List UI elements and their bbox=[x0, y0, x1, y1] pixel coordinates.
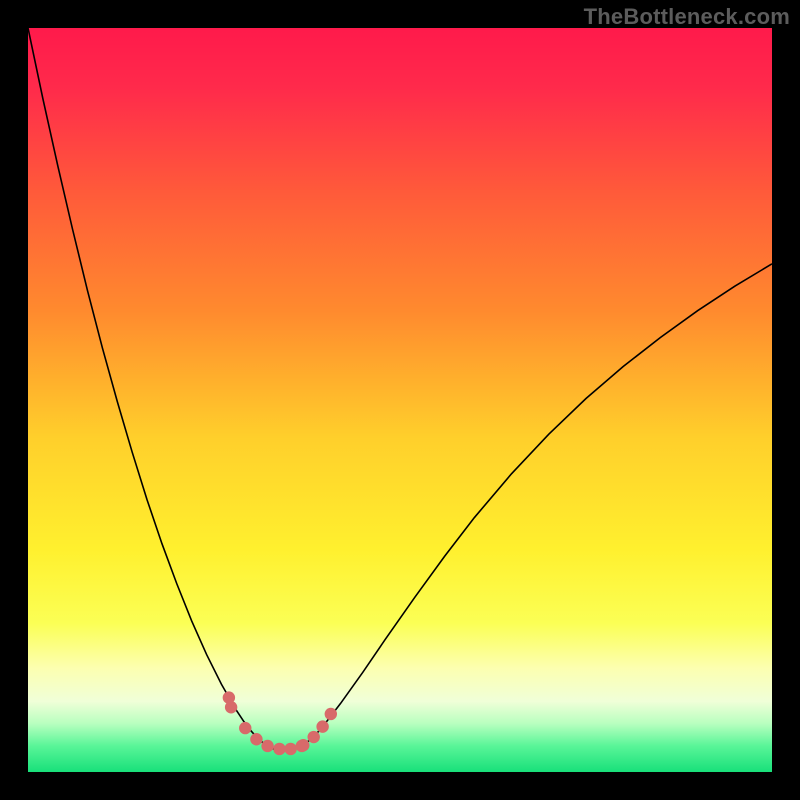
curve-marker bbox=[225, 701, 237, 713]
watermark-text: TheBottleneck.com bbox=[584, 4, 790, 30]
chart-frame bbox=[28, 28, 772, 772]
bottleneck-chart bbox=[28, 28, 772, 772]
curve-marker bbox=[325, 708, 337, 720]
curve-marker bbox=[316, 720, 328, 732]
curve-marker bbox=[284, 743, 296, 755]
curve-marker bbox=[308, 731, 320, 743]
curve-marker bbox=[297, 739, 309, 751]
curve-marker bbox=[250, 733, 262, 745]
curve-marker bbox=[273, 743, 285, 755]
curve-marker bbox=[261, 740, 273, 752]
curve-marker bbox=[239, 722, 251, 734]
chart-background bbox=[28, 28, 772, 772]
